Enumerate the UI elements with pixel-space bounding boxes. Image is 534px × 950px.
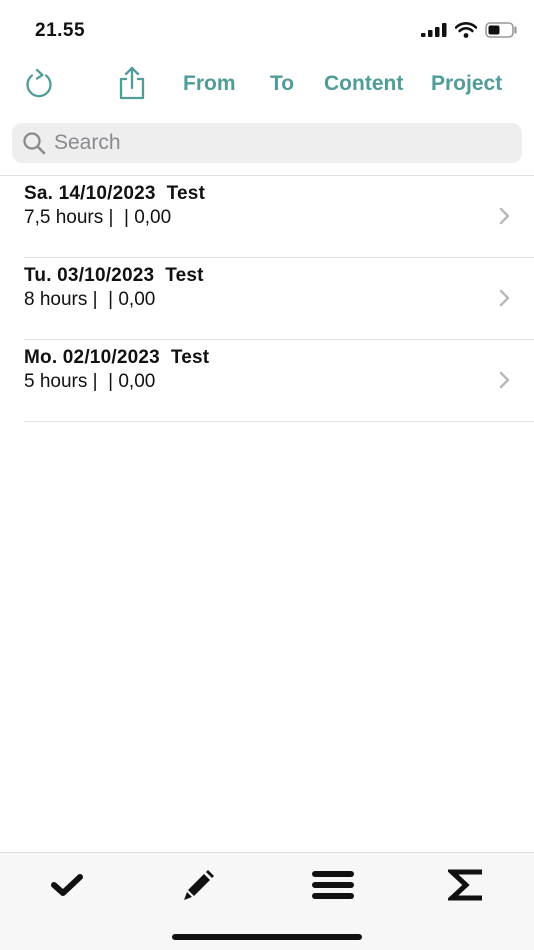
home-indicator[interactable] <box>172 934 362 940</box>
status-bar: 21.55 <box>0 0 534 60</box>
sigma-icon <box>448 869 482 901</box>
list-item[interactable]: Tu. 03/10/2023 Test 8 hours | | 0,00 <box>0 258 534 340</box>
entry-title: Mo. 02/10/2023 Test <box>24 347 210 368</box>
toolbar: From To Content Project <box>0 62 534 106</box>
entries-list: Sa. 14/10/2023 Test 7,5 hours | | 0,00 T… <box>0 176 534 422</box>
search-input[interactable] <box>54 131 494 155</box>
wifi-icon <box>455 22 477 38</box>
entry-title: Sa. 14/10/2023 Test <box>24 183 206 204</box>
chevron-right-icon <box>499 289 510 307</box>
entry-subtitle: 7,5 hours | | 0,00 <box>24 207 172 228</box>
list-icon <box>312 871 354 899</box>
from-button[interactable]: From <box>183 72 236 96</box>
share-icon <box>119 66 145 100</box>
entry-subtitle: 8 hours | | 0,00 <box>24 289 156 310</box>
project-button[interactable]: Project <box>431 72 502 96</box>
chevron-right-icon <box>499 371 510 389</box>
chevron-right-icon <box>499 207 510 225</box>
share-button[interactable] <box>116 66 148 100</box>
refresh-button[interactable] <box>23 66 55 100</box>
content-button[interactable]: Content <box>324 72 403 96</box>
to-button[interactable]: To <box>270 72 294 96</box>
search-bar[interactable] <box>12 123 522 163</box>
tab-done[interactable] <box>42 865 92 905</box>
entry-title: Tu. 03/10/2023 Test <box>24 265 204 286</box>
cellular-signal-icon <box>421 23 447 37</box>
status-time: 21.55 <box>35 20 86 41</box>
tab-list[interactable] <box>308 865 358 905</box>
checkmark-icon <box>51 874 83 896</box>
pencil-icon <box>184 870 214 900</box>
battery-icon <box>485 22 517 38</box>
list-item[interactable]: Sa. 14/10/2023 Test 7,5 hours | | 0,00 <box>0 176 534 258</box>
entry-subtitle: 5 hours | | 0,00 <box>24 371 156 392</box>
list-item[interactable]: Mo. 02/10/2023 Test 5 hours | | 0,00 <box>0 340 534 422</box>
search-icon <box>23 132 46 155</box>
status-icons <box>421 22 518 38</box>
refresh-icon <box>26 68 52 98</box>
tab-edit[interactable] <box>174 865 224 905</box>
tab-sum[interactable] <box>442 865 492 905</box>
